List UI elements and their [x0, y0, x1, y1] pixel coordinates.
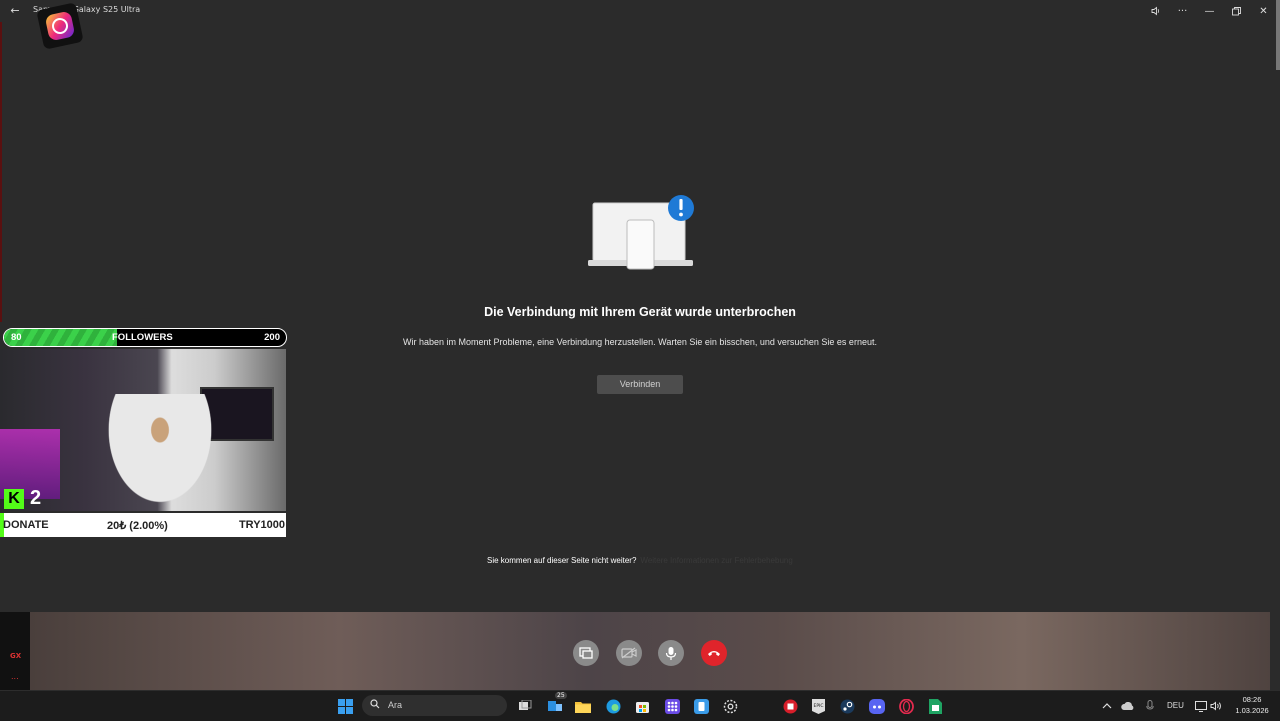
edge-browser-icon[interactable]: [603, 696, 623, 716]
taskbar-search[interactable]: Ara: [362, 695, 507, 716]
call-controls-bar: [30, 612, 1270, 690]
epic-games-icon[interactable]: EPIC: [808, 696, 828, 716]
gx-more[interactable]: ...: [11, 672, 19, 681]
webcam-feed: [0, 349, 286, 511]
close-button[interactable]: ✕: [1253, 2, 1274, 20]
donate-label: DONATE: [3, 519, 49, 531]
followers-label: FOLLOWERS: [112, 332, 173, 343]
back-arrow-icon[interactable]: ←: [8, 4, 22, 18]
chevron-up-icon[interactable]: [1097, 696, 1117, 716]
help-text: Sie kommen auf dieser Seite nicht weiter…: [487, 556, 637, 565]
input-language[interactable]: DEU: [1167, 701, 1184, 710]
volume-icon[interactable]: [1145, 2, 1166, 20]
clock-time: 08:26: [1242, 695, 1262, 704]
troubleshooting-link[interactable]: Weitere Informationen zur Fehlerbehebung: [640, 556, 792, 565]
apps-grid-icon[interactable]: [662, 696, 682, 716]
maximize-button[interactable]: [1226, 2, 1247, 20]
discord-icon[interactable]: [867, 696, 887, 716]
disconnected-device-icon: [588, 195, 694, 270]
kick-logo-icon: K: [4, 488, 24, 509]
svg-text:EPIC: EPIC: [813, 703, 823, 709]
error-title: Die Verbindung mit Ihrem Gerät wurde unt…: [484, 305, 796, 319]
scrollbar[interactable]: [1276, 0, 1280, 70]
settings-gear-icon[interactable]: [720, 696, 740, 716]
search-icon: [370, 699, 380, 711]
onedrive-icon[interactable]: [1118, 696, 1138, 716]
widgets-icon[interactable]: 25: [545, 692, 567, 716]
sheets-icon[interactable]: [925, 696, 945, 716]
opera-gx-icon[interactable]: [896, 696, 916, 716]
title-bar: ← Samsung Galaxy S25 Ultra ··· — ✕: [0, 0, 1280, 22]
widgets-badge: 25: [555, 692, 567, 699]
recording-app-icon[interactable]: [780, 696, 800, 716]
followers-goal: 200: [264, 332, 280, 343]
edge-accent: [0, 22, 2, 322]
followers-goal-bar: 80 FOLLOWERS 200: [3, 328, 287, 347]
followers-current: 80: [11, 332, 22, 343]
donate-code: TRY1000: [238, 519, 285, 531]
donate-bar: DONATE 20₺ (2.00%) TRY1000: [0, 513, 286, 537]
help-line: Sie kommen auf dieser Seite nicht weiter…: [487, 556, 793, 565]
taskbar-clock[interactable]: 08:26 1.03.2026: [1230, 694, 1274, 716]
screen-share-button[interactable]: [573, 640, 599, 666]
more-options-icon[interactable]: ···: [1172, 2, 1193, 20]
search-placeholder: Ara: [388, 700, 403, 710]
windows-start-icon[interactable]: [335, 696, 355, 716]
clock-date: 1.03.2026: [1235, 706, 1269, 715]
windows-taskbar: Ara 25 EPIC DEU 08:26 1.03.2026: [0, 690, 1280, 721]
streamer: [100, 394, 220, 511]
window-controls: ··· — ✕: [1145, 2, 1274, 20]
camera-off-button[interactable]: [616, 640, 642, 666]
gx-label[interactable]: GX: [10, 652, 21, 660]
end-call-button[interactable]: [701, 640, 727, 666]
connect-button[interactable]: Verbinden: [597, 375, 683, 394]
microphone-button[interactable]: [658, 640, 684, 666]
microphone-tray-icon[interactable]: [1140, 696, 1160, 716]
task-view-icon[interactable]: [515, 696, 535, 716]
kick-viewer-badge: K2: [4, 487, 41, 510]
phone-link-icon[interactable]: [691, 696, 711, 716]
instagram-logo-icon: [36, 2, 84, 50]
file-explorer-icon[interactable]: [573, 696, 593, 716]
steam-icon[interactable]: [837, 696, 857, 716]
speaker-icon[interactable]: [1206, 696, 1226, 716]
donate-amount: 20₺ (2.00%): [107, 520, 168, 532]
store-icon[interactable]: [632, 696, 652, 716]
kick-count: 2: [30, 487, 42, 509]
minimize-button[interactable]: —: [1199, 2, 1220, 20]
